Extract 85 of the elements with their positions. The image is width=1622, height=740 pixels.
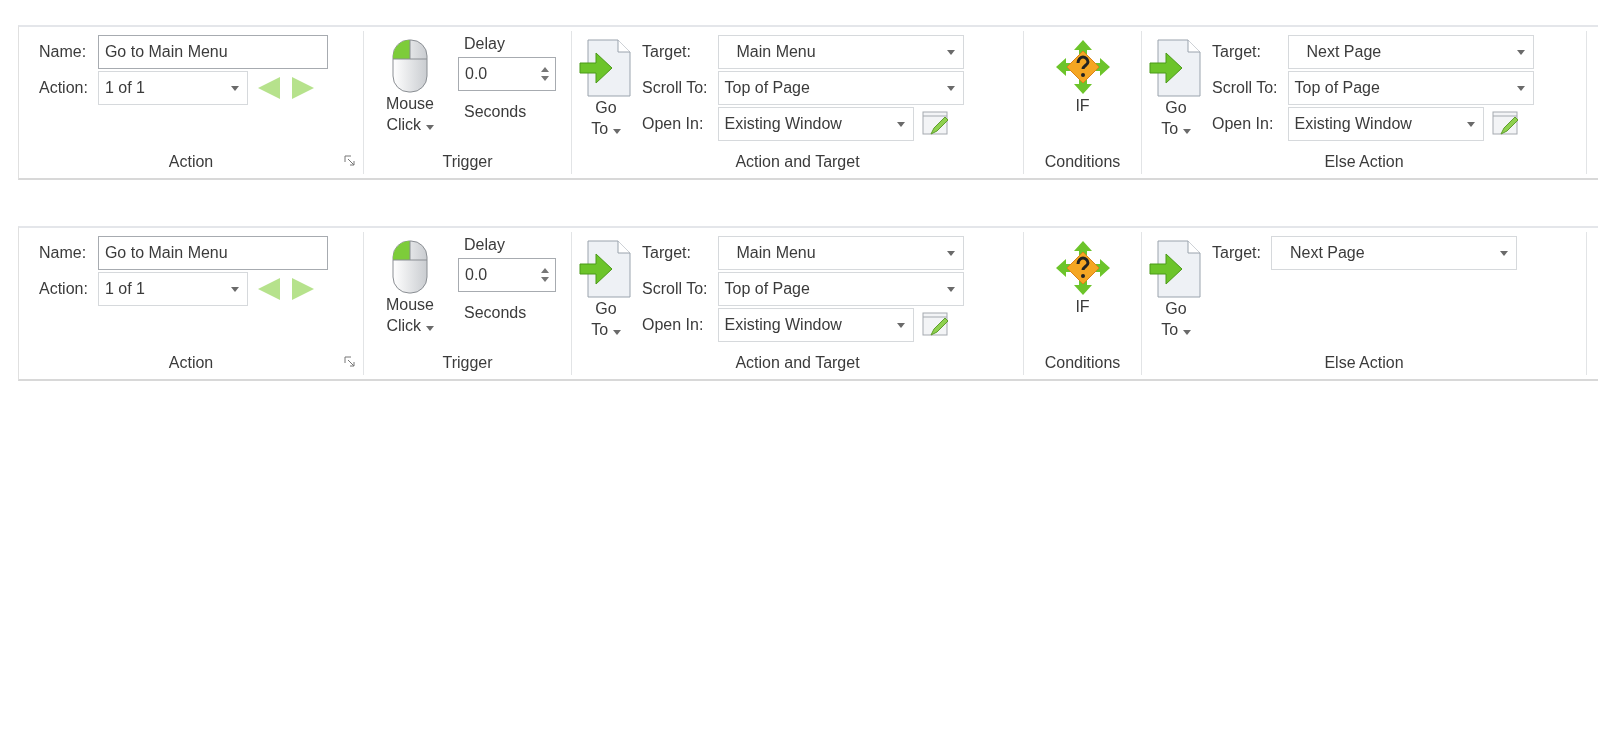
dialog-launcher-icon[interactable] xyxy=(344,155,355,166)
caret-icon xyxy=(896,121,905,127)
field-label: Open In: xyxy=(1212,115,1275,133)
go-to-button[interactable]: Go To xyxy=(1161,97,1191,139)
caret-icon xyxy=(946,250,955,256)
dropdown[interactable]: Existing Window xyxy=(717,107,914,141)
dropdown[interactable]: Existing Window xyxy=(1287,107,1484,141)
caret-icon xyxy=(946,49,955,55)
caret-icon xyxy=(612,330,621,335)
mouse-click-button[interactable]: Mouse Click xyxy=(386,294,434,336)
unit-label: Seconds xyxy=(463,304,528,322)
go-to-button[interactable]: Go To xyxy=(1161,298,1191,340)
field-label: Target: xyxy=(642,43,692,61)
caret-icon xyxy=(946,286,955,292)
dialog-launcher-icon[interactable] xyxy=(344,356,355,367)
caret-icon xyxy=(1182,330,1191,335)
group-title: Trigger xyxy=(442,152,493,172)
field-label: Action: xyxy=(39,79,88,97)
dropdown[interactable]: Top of Page xyxy=(717,272,964,306)
caret-icon xyxy=(946,85,955,91)
caret-icon xyxy=(612,129,621,134)
spin-arrows-icon[interactable] xyxy=(541,268,549,282)
delay-spinner[interactable]: 0.0 xyxy=(458,57,556,91)
mouse-icon xyxy=(392,39,428,93)
delay-label: Delay xyxy=(463,236,506,254)
edit-window-icon[interactable] xyxy=(1491,110,1520,138)
group-title: Conditions xyxy=(1044,353,1121,373)
field-label: Target: xyxy=(1212,244,1261,262)
caret-icon xyxy=(1516,85,1525,91)
field-label: Open In: xyxy=(642,115,705,133)
caret-icon xyxy=(1516,49,1525,55)
name-field[interactable]: Go to Main Menu xyxy=(97,35,328,69)
name-field[interactable]: Go to Main Menu xyxy=(97,236,328,270)
go-to-button[interactable]: Go To xyxy=(591,298,621,340)
field-label: Target: xyxy=(1212,43,1262,61)
dropdown[interactable]: Next Page xyxy=(1287,35,1534,69)
group-title: Action xyxy=(168,353,214,373)
caret-icon xyxy=(1466,121,1475,127)
decision-icon xyxy=(1054,39,1111,95)
caret-icon xyxy=(896,322,905,328)
group-title: Action xyxy=(168,152,214,172)
dropdown[interactable]: Main Menu xyxy=(717,35,964,69)
caret-icon xyxy=(1499,250,1508,256)
dropdown[interactable]: 1 of 1 xyxy=(97,272,248,306)
dropdown[interactable]: Main Menu xyxy=(717,236,964,270)
page-arrow-icon xyxy=(1148,240,1204,298)
caret-icon xyxy=(230,85,239,91)
field-label: Action: xyxy=(39,280,88,298)
dropdown[interactable]: Top of Page xyxy=(717,71,964,105)
caret-icon xyxy=(425,125,434,130)
page-arrow-icon xyxy=(578,240,634,298)
field-label: Name: xyxy=(39,244,88,262)
page-arrow-icon xyxy=(578,39,634,97)
spin-arrows-icon[interactable] xyxy=(541,67,549,81)
decision-icon xyxy=(1054,240,1111,296)
field-label: Scroll To: xyxy=(1212,79,1278,97)
field-label: Scroll To: xyxy=(642,79,708,97)
if-button[interactable]: IF xyxy=(1075,296,1090,317)
dropdown[interactable]: 1 of 1 xyxy=(97,71,248,105)
if-button[interactable]: IF xyxy=(1075,95,1090,116)
caret-icon xyxy=(230,286,239,292)
group-title: Conditions xyxy=(1044,152,1121,172)
group-title: Action and Target xyxy=(735,353,860,373)
group-title: Trigger xyxy=(442,353,493,373)
delay-label: Delay xyxy=(463,35,506,53)
group-title: Action and Target xyxy=(735,152,860,172)
group-title: Else Action xyxy=(1324,152,1404,172)
dropdown[interactable]: Top of Page xyxy=(1287,71,1534,105)
unit-label: Seconds xyxy=(463,103,528,121)
mouse-icon xyxy=(392,240,428,294)
page-arrow-icon xyxy=(1148,39,1204,97)
edit-window-icon[interactable] xyxy=(921,110,950,138)
dropdown[interactable]: Existing Window xyxy=(717,308,914,342)
edit-window-icon[interactable] xyxy=(921,311,950,339)
field-label: Open In: xyxy=(642,316,705,334)
caret-icon xyxy=(425,326,434,331)
mouse-click-button[interactable]: Mouse Click xyxy=(386,93,434,135)
caret-icon xyxy=(1182,129,1191,134)
delay-spinner[interactable]: 0.0 xyxy=(458,258,556,292)
dropdown[interactable]: Next Page xyxy=(1270,236,1517,270)
field-label: Scroll To: xyxy=(642,280,708,298)
field-label: Target: xyxy=(642,244,692,262)
field-label: Name: xyxy=(39,43,88,61)
go-to-button[interactable]: Go To xyxy=(591,97,621,139)
group-title: Else Action xyxy=(1324,353,1404,373)
